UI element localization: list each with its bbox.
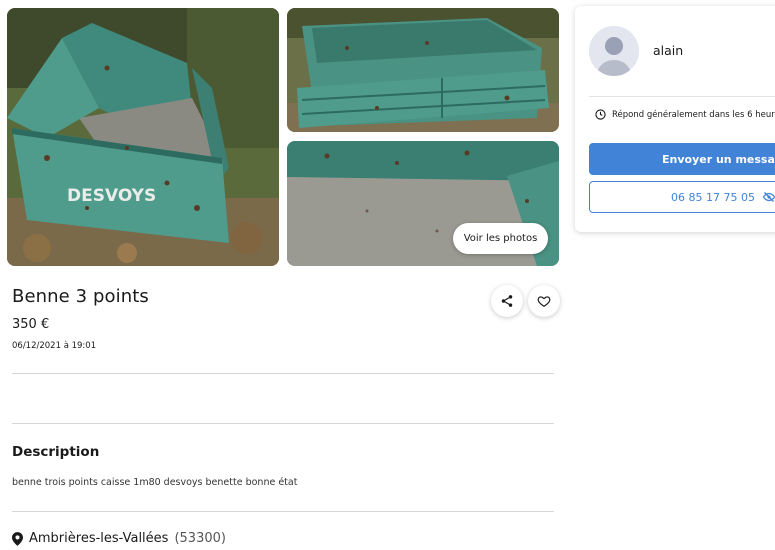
location-city[interactable]: Ambrières-les-Vallées [29, 531, 168, 546]
divider [12, 423, 554, 424]
heart-icon [537, 296, 551, 307]
response-time: Répond généralement dans les 6 heures [595, 109, 775, 120]
seller-card: alain Répond généralement dans les 6 heu… [575, 6, 775, 232]
location: Ambrières-les-Vallées (53300) [12, 531, 226, 546]
main-photo[interactable]: DESVOYS [7, 8, 279, 266]
svg-text:DESVOYS: DESVOYS [67, 186, 156, 206]
ad-price: 350 € [12, 317, 50, 332]
dumpster-photo-2 [287, 8, 559, 132]
favorite-button[interactable] [528, 285, 560, 317]
clock-icon [595, 109, 606, 120]
seller-name[interactable]: alain [653, 43, 683, 58]
description-heading: Description [12, 444, 100, 460]
see-photos-button[interactable]: Voir les photos [453, 223, 548, 254]
ad-title: Benne 3 points [12, 286, 149, 307]
location-pin-icon [12, 531, 23, 546]
phone-number: 06 85 17 75 05 [671, 190, 755, 204]
card-divider [589, 96, 775, 97]
description-text: benne trois points caisse 1m80 desvoys b… [12, 477, 298, 488]
divider [12, 373, 554, 374]
share-button[interactable] [491, 285, 523, 317]
location-zip: (53300) [174, 531, 226, 546]
ad-date: 06/12/2021 à 19:01 [12, 341, 97, 351]
user-avatar-icon [589, 26, 639, 76]
secondary-photo-top[interactable] [287, 8, 559, 132]
share-icon [501, 295, 513, 307]
divider [12, 511, 554, 512]
phone-button[interactable]: 06 85 17 75 05 [589, 181, 775, 213]
send-message-button[interactable]: Envoyer un message [589, 143, 775, 175]
response-time-text: Répond généralement dans les 6 heures [612, 109, 775, 120]
dumpster-photo-1: DESVOYS [7, 8, 279, 266]
eye-off-icon [762, 192, 775, 202]
avatar[interactable] [589, 26, 639, 76]
